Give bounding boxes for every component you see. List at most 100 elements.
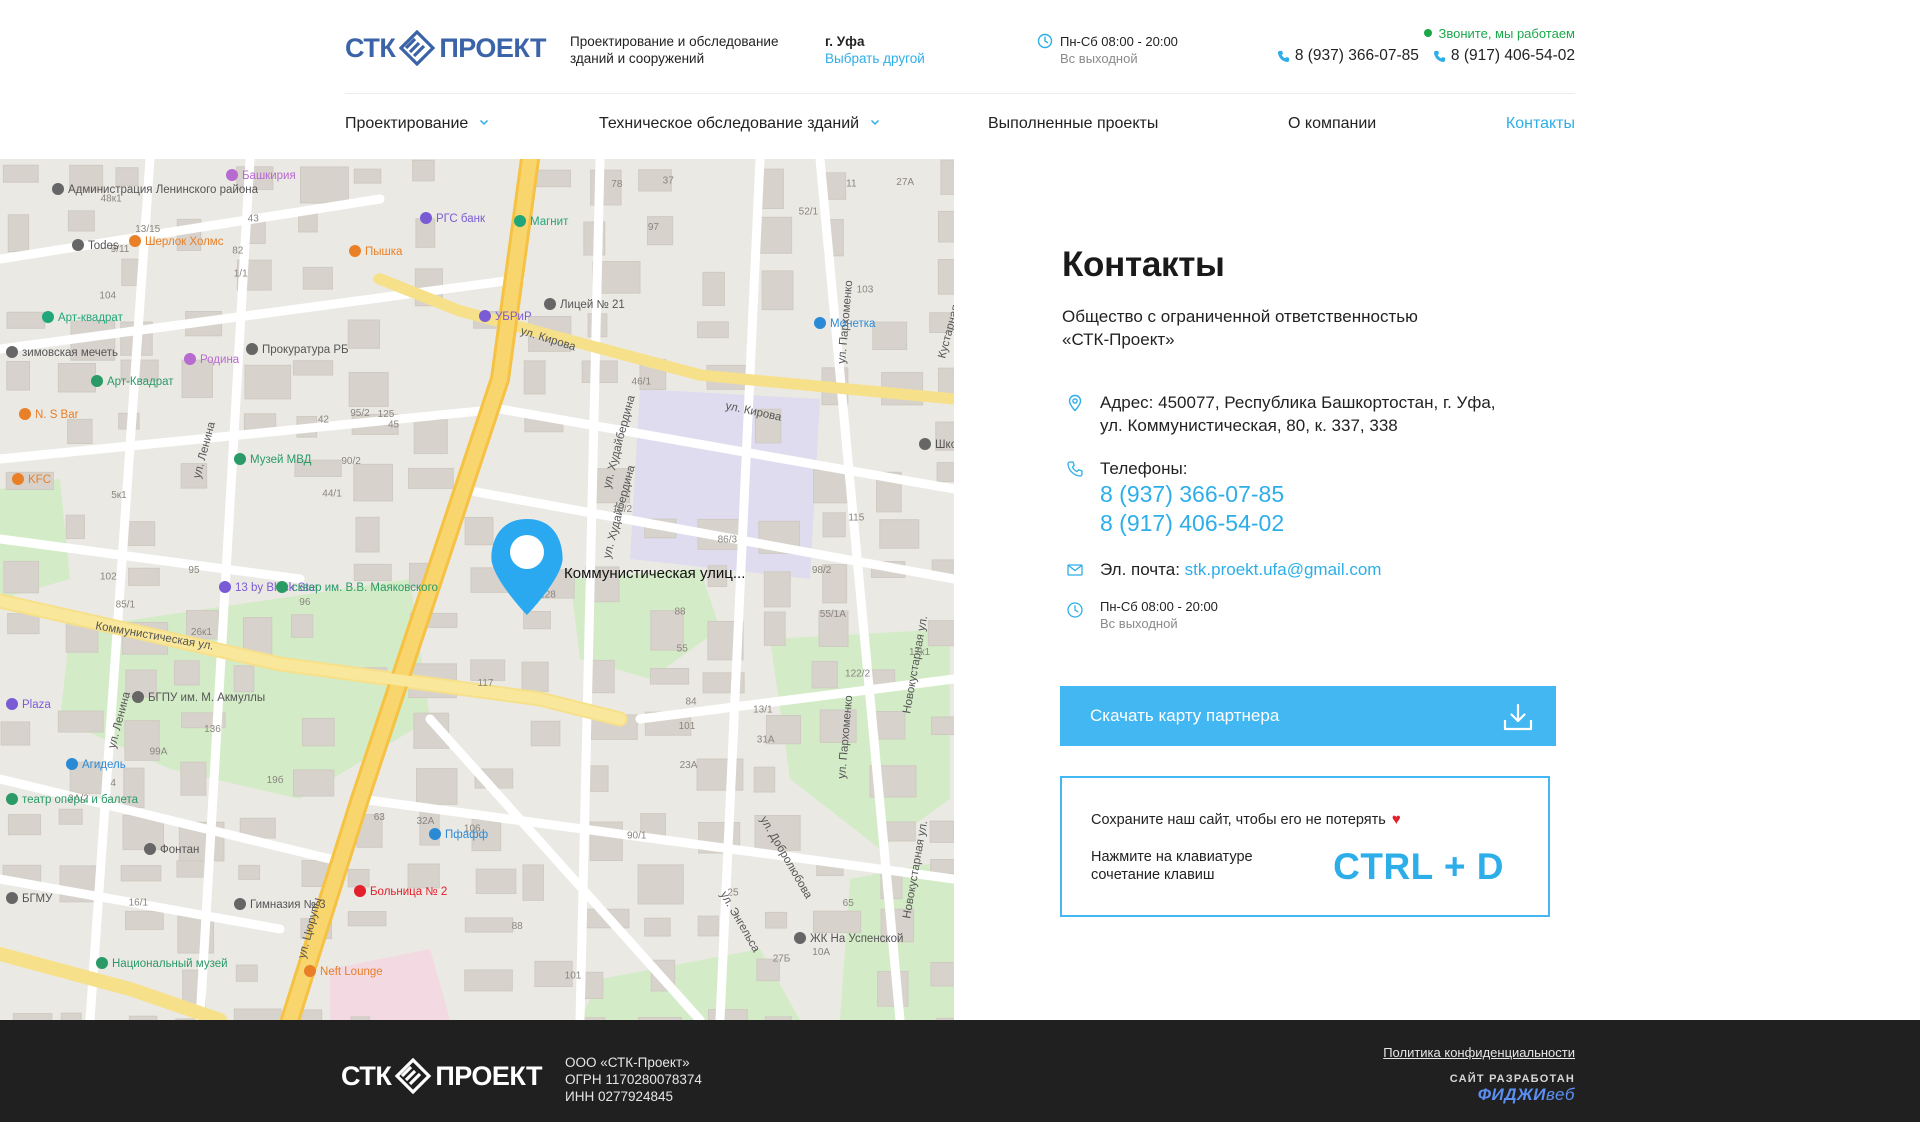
call-status-text: Звоните, мы работаем	[1438, 26, 1576, 41]
map-house-number: 17к1	[909, 647, 930, 658]
map-poi-icon[interactable]	[12, 473, 24, 485]
map-poi-icon[interactable]	[184, 353, 196, 365]
hours-text: Пн-Сб 08:00 - 20:00	[1060, 34, 1178, 49]
map-house-number: 102	[100, 572, 117, 583]
map-house-number: 136	[204, 724, 221, 735]
map-house-number: 19б	[267, 774, 284, 786]
nav-item-design[interactable]: Проектирование	[345, 115, 489, 133]
map-house-number: 31A	[757, 735, 775, 746]
address-line2: ул. Коммунистическая, 80, к. 337, 338	[1100, 416, 1398, 435]
map-poi-icon[interactable]	[144, 843, 156, 855]
city-change-link[interactable]: Выбрать другой	[825, 51, 925, 66]
map-house-number: 63	[374, 812, 386, 823]
nav-item-about[interactable]: О компании	[1288, 115, 1376, 133]
map-canvas[interactable]: ул. Кироваул. КироваКоммунистическая ул.…	[0, 159, 954, 1020]
map-poi-icon[interactable]	[6, 892, 18, 904]
map-poi-icon[interactable]	[514, 215, 526, 227]
map-poi-icon[interactable]	[226, 169, 238, 181]
footer-logo[interactable]: СТК ПРОЕКТ	[341, 1058, 543, 1094]
map-poi-icon[interactable]	[6, 346, 18, 358]
contact-phone-2[interactable]: 8 (917) 406-54-02	[1100, 509, 1284, 538]
tagline-line1: Проектирование и обследование	[570, 34, 779, 49]
map-poi-icon[interactable]	[19, 408, 31, 420]
developer-label: САЙТ РАЗРАБОТАН	[1449, 1073, 1575, 1085]
contact-hours: Пн-Сб 08:00 - 20:00	[1100, 599, 1218, 614]
map-place-label: БГМУ	[22, 893, 53, 905]
map-place-label: Школа №	[935, 439, 954, 451]
map-house-number: 52/1	[799, 207, 819, 218]
map-poi-icon[interactable]	[354, 885, 366, 897]
map-poi-icon[interactable]	[276, 581, 288, 593]
map-house-number: 99A	[150, 747, 168, 758]
map-house-number: 27Б	[773, 953, 791, 964]
map-place-label: Музей МВД	[250, 454, 312, 466]
map-place-label: Фонтан	[160, 844, 199, 856]
map-poi-icon[interactable]	[91, 375, 103, 387]
phone-icon	[1277, 50, 1289, 62]
map-poi-icon[interactable]	[234, 453, 246, 465]
map-poi-icon[interactable]	[246, 343, 258, 355]
map-place-label: Администрация Ленинского района	[68, 184, 259, 196]
phones-row: Телефоны: 8 (937) 366-07-85 8 (917) 406-…	[1062, 457, 1284, 538]
nav-item-projects[interactable]: Выполненные проекты	[988, 115, 1158, 133]
nav-item-contacts[interactable]: Контакты	[1506, 115, 1575, 133]
map-poi-icon[interactable]	[129, 235, 141, 247]
map-poi-icon[interactable]	[72, 239, 84, 251]
download-partner-card-button[interactable]: Скачать карту партнера	[1060, 686, 1556, 746]
map-poi-icon[interactable]	[234, 898, 246, 910]
map-poi-icon[interactable]	[304, 965, 316, 977]
map-poi-icon[interactable]	[814, 317, 826, 329]
contact-phone-1[interactable]: 8 (937) 366-07-85	[1100, 480, 1284, 509]
map-poi-icon[interactable]	[794, 932, 806, 944]
privacy-policy-link[interactable]: Политика конфиденциальности	[1383, 1045, 1575, 1060]
map-poi-icon[interactable]	[479, 310, 491, 322]
bookmark-hint-text: Сохраните наш сайт, чтобы его не потерят…	[1091, 812, 1386, 828]
map-house-number: 97	[648, 222, 660, 233]
email-link[interactable]: stk.proekt.ufa@gmail.com	[1185, 560, 1382, 579]
logo-text-left: СТК	[345, 32, 396, 63]
map-poi-icon[interactable]	[420, 212, 432, 224]
map-poi-icon[interactable]	[132, 691, 144, 703]
map-poi-icon[interactable]	[219, 581, 231, 593]
map-poi-icon[interactable]	[6, 793, 18, 805]
nav-item-label: Техническое обследование зданий	[599, 115, 860, 132]
keyboard-shortcut: CTRL + D	[1333, 846, 1504, 887]
map-place-label: Лицей № 21	[560, 299, 625, 311]
map-house-number: 23A	[680, 760, 698, 771]
map-poi-icon[interactable]	[429, 828, 441, 840]
developer-brand-bold: ФИДЖИ	[1477, 1085, 1546, 1104]
map-house-number: 32A	[416, 816, 434, 827]
developer-credit: САЙТ РАЗРАБОТАН ФИДЖИвеб	[1450, 1073, 1575, 1105]
header-phone-1[interactable]: 8 (937) 366-07-85	[1277, 47, 1419, 65]
map-poi-icon[interactable]	[544, 298, 556, 310]
footer-inn: ИНН 0277924845	[565, 1089, 674, 1104]
map-poi-icon[interactable]	[66, 758, 78, 770]
map-poi-icon[interactable]	[919, 438, 931, 450]
map-poi-icon[interactable]	[52, 183, 64, 195]
map-place-label: Родина	[200, 354, 240, 366]
developer-brand-link[interactable]: ФИДЖИвеб	[1450, 1085, 1575, 1105]
map-place-label: Больница № 2	[370, 886, 447, 898]
nav-item-inspection[interactable]: Техническое обследование зданий	[599, 115, 880, 133]
map-poi-icon[interactable]	[6, 698, 18, 710]
map-house-number: 82	[232, 246, 244, 257]
contacts-panel: Контакты Общество с ограниченной ответст…	[1062, 245, 1582, 631]
map-house-number: 65	[843, 898, 855, 909]
map-poi-icon[interactable]	[96, 957, 108, 969]
city-label: г. Уфа	[825, 34, 865, 49]
map-house-number: 88	[674, 606, 686, 617]
phones-label: Телефоны:	[1100, 459, 1188, 478]
map-house-number: 4	[110, 778, 116, 789]
map-place-label: Neft Lounge	[320, 966, 383, 978]
map-place-label: Монетка	[830, 318, 876, 330]
header-phone-2[interactable]: 8 (917) 406-54-02	[1433, 47, 1575, 65]
map-poi-icon[interactable]	[349, 245, 361, 257]
map-poi-icon[interactable]	[42, 311, 54, 323]
footer-company: ООО «СТК-Проект»	[565, 1055, 690, 1070]
map-place-label: зимовская мечеть	[22, 347, 118, 359]
location-map[interactable]: ул. Кирова ул. Кирова Коммунистическая ул.…	[0, 159, 954, 1020]
site-logo[interactable]: СТК ПРОЕКТ	[345, 28, 547, 68]
map-place-label: Башкирия	[242, 170, 296, 182]
map-place-label: РГС банк	[436, 213, 486, 225]
map-house-number: 101	[679, 721, 696, 732]
